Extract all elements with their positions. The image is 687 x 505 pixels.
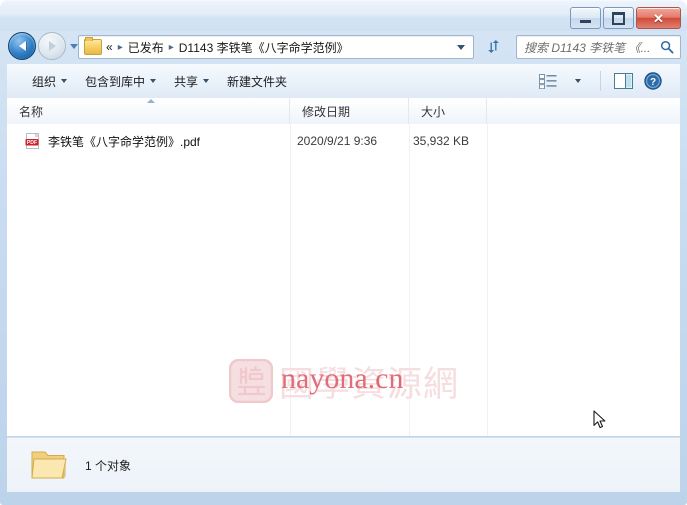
file-list[interactable]: PDF 李铁笔《八字命学范例》.pdf 2020/9/21 9:36 35,93… <box>7 124 680 436</box>
sort-ascending-icon <box>147 99 155 103</box>
view-options-caret-button[interactable] <box>565 69 591 93</box>
folder-icon <box>84 37 102 55</box>
arrow-right-icon <box>48 41 56 51</box>
close-icon: ✕ <box>653 10 664 26</box>
minimize-button[interactable] <box>570 7 601 29</box>
column-divider <box>409 124 410 436</box>
refresh-icon <box>487 39 499 53</box>
address-bar-row: « ▸ 已发布 ▸ D1143 李铁笔《八字命学范例》 搜索 D1143 李铁笔… <box>0 30 687 64</box>
column-divider <box>290 124 291 436</box>
breadcrumb-item-published[interactable]: 已发布 <box>128 39 164 56</box>
close-button[interactable]: ✕ <box>636 7 681 29</box>
table-row[interactable]: PDF 李铁笔《八字命学范例》.pdf 2020/9/21 9:36 35,93… <box>7 130 680 152</box>
chevron-down-icon[interactable] <box>457 44 465 50</box>
chevron-down-icon <box>203 79 210 83</box>
column-header-row: 名称 修改日期 大小 <box>7 98 680 125</box>
share-with-label: 共享 <box>174 74 199 89</box>
breadcrumb-separator-1: ▸ <box>168 41 174 53</box>
column-header-date-modified-label: 修改日期 <box>302 104 351 119</box>
file-name: 李铁笔《八字命学范例》.pdf <box>48 134 201 149</box>
help-button[interactable]: ? <box>640 69 666 93</box>
include-in-library-button[interactable]: 包含到库中 <box>76 69 165 93</box>
window-controls: ✕ <box>570 7 681 29</box>
maximize-button[interactable] <box>603 7 634 29</box>
share-with-button[interactable]: 共享 <box>165 69 218 93</box>
arrow-left-icon <box>18 41 26 51</box>
chevron-down-icon <box>150 79 157 83</box>
address-bar[interactable]: « ▸ 已发布 ▸ D1143 李铁笔《八字命学范例》 <box>78 35 474 59</box>
refresh-button[interactable] <box>481 35 505 57</box>
command-toolbar: 组织 包含到库中 共享 新建文件夹 ? <box>7 64 680 99</box>
navigation-buttons <box>8 32 78 60</box>
column-header-size-label: 大小 <box>421 104 446 119</box>
explorer-window: ✕ « ▸ 已发布 ▸ D1143 李铁笔《八字命学范例》 搜索 D1143 李… <box>0 0 687 505</box>
title-bar: ✕ <box>0 0 687 31</box>
svg-text:PDF: PDF <box>27 140 37 146</box>
file-size: 35,932 KB <box>413 134 470 148</box>
pdf-file-icon: PDF <box>25 132 41 149</box>
chevron-down-icon <box>61 79 68 83</box>
view-options-icon <box>539 73 557 89</box>
folder-icon <box>29 448 69 482</box>
toolbar-right-group: ? <box>535 69 680 93</box>
column-header-blank[interactable] <box>487 98 680 124</box>
organize-button[interactable]: 组织 <box>23 69 76 93</box>
watermark: 國學資源網 nayona.cn <box>228 352 479 410</box>
search-box[interactable]: 搜索 D1143 李铁笔 《... <box>516 35 681 59</box>
watermark-url-text: nayona.cn <box>281 362 404 395</box>
breadcrumb-item-current[interactable]: D1143 李铁笔《八字命学范例》 <box>179 39 349 56</box>
forward-button[interactable] <box>38 32 66 60</box>
organize-label: 组织 <box>32 74 57 89</box>
file-date-modified: 2020/9/21 9:36 <box>297 134 378 148</box>
breadcrumb-overflow[interactable]: « <box>106 40 113 54</box>
preview-pane-button[interactable] <box>610 69 636 93</box>
toolbar-separator <box>600 71 601 91</box>
svg-text:?: ? <box>650 77 656 88</box>
new-folder-label: 新建文件夹 <box>227 74 288 89</box>
recent-locations-icon[interactable] <box>70 43 78 49</box>
nayona-logo-icon <box>228 358 274 404</box>
minimize-icon <box>580 19 591 23</box>
status-bar: 1 个对象 <box>7 437 680 492</box>
preview-pane-icon <box>613 73 633 89</box>
new-folder-button[interactable]: 新建文件夹 <box>218 69 296 93</box>
search-icon <box>660 40 674 54</box>
back-button[interactable] <box>8 32 36 60</box>
column-header-name-label: 名称 <box>19 104 44 119</box>
status-item-count: 1 个对象 <box>85 458 132 473</box>
chevron-down-icon <box>575 79 581 83</box>
search-input[interactable]: 搜索 D1143 李铁笔 《... <box>524 39 660 56</box>
column-header-date-modified[interactable]: 修改日期 <box>290 98 409 124</box>
breadcrumb-separator-0: ▸ <box>117 41 123 53</box>
view-options-button[interactable] <box>535 69 561 93</box>
watermark-chinese-text: 國學資源網 <box>279 365 460 405</box>
column-header-size[interactable]: 大小 <box>409 98 487 124</box>
column-divider <box>487 124 488 436</box>
include-in-library-label: 包含到库中 <box>85 74 146 89</box>
help-icon: ? <box>644 72 662 90</box>
maximize-icon <box>612 11 625 25</box>
